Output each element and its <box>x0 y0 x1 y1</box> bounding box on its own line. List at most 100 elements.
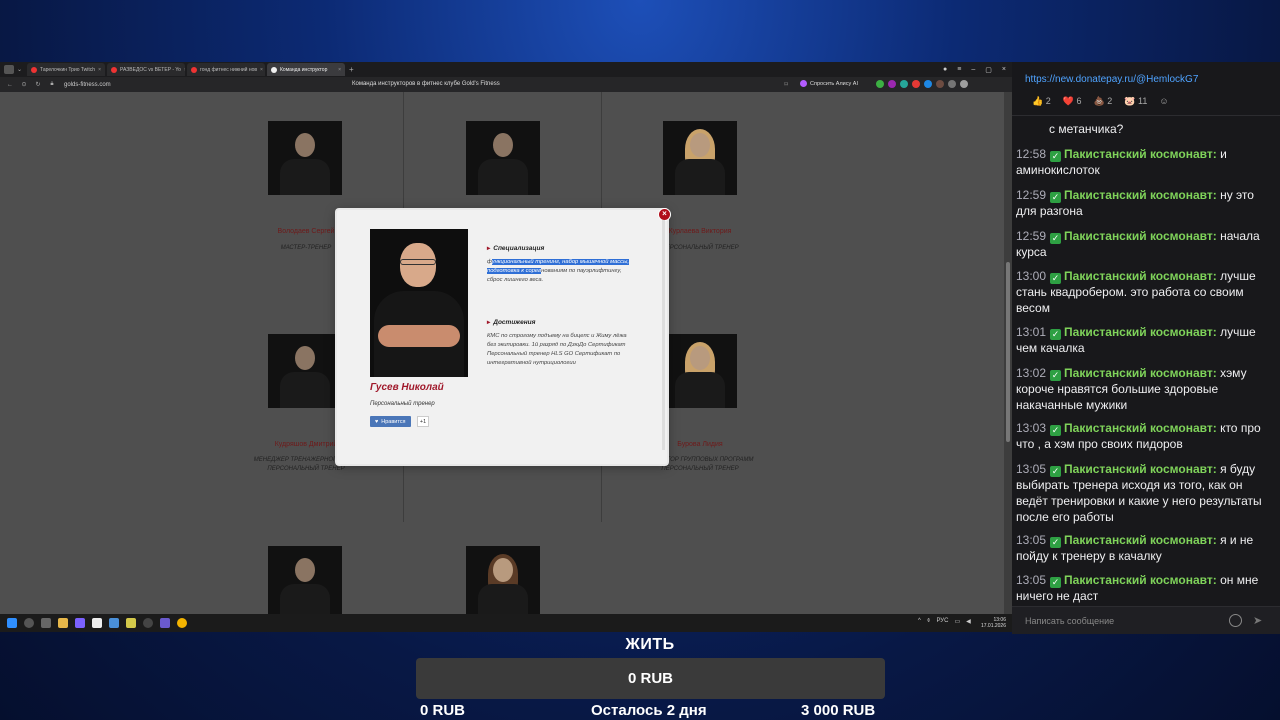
close-tab-icon[interactable]: × <box>98 67 101 73</box>
reaction-heart[interactable]: ❤️ 6 <box>1063 96 1082 107</box>
trainer-photo[interactable] <box>268 334 342 408</box>
task-view-icon[interactable] <box>41 618 51 628</box>
modal-scrollbar[interactable] <box>662 220 665 450</box>
address-bar: ← ⊙ ↻ 🔒︎ golds-fitness.com Команда инстр… <box>0 77 1012 92</box>
reactions-row: 👍 2 ❤️ 6 💩 2 🐷 11 ☺ <box>1032 96 1169 107</box>
telegram-icon[interactable] <box>109 618 119 628</box>
volume-icon[interactable]: ◀ <box>966 618 971 625</box>
url-field[interactable]: golds-fitness.com <box>64 82 111 88</box>
specialization-text[interactable]: функциональный тренинг, набор мышечной м… <box>487 258 637 285</box>
donate-link[interactable]: https://new.donatepay.ru/@HemlockG7 <box>1025 74 1198 85</box>
chat-username[interactable]: Пакистанский космонавт: <box>1064 366 1217 380</box>
scrollbar-thumb[interactable] <box>1006 262 1010 442</box>
donation-goal: 3 000 RUB <box>801 702 876 719</box>
alice-icon <box>800 80 807 87</box>
triangle-icon: ▸ <box>487 319 491 326</box>
extension-icon[interactable] <box>948 80 956 88</box>
language-indicator[interactable]: РУС <box>936 618 948 625</box>
windows-start-icon[interactable] <box>7 618 17 628</box>
site-favicon-icon <box>271 66 277 73</box>
chat-username[interactable]: Пакистанский космонавт: <box>1064 269 1217 283</box>
chat-username[interactable]: Пакистанский космонавт: <box>1064 421 1217 435</box>
send-icon[interactable]: ➤ <box>1253 614 1262 627</box>
verified-icon: ✓ <box>1050 425 1062 436</box>
chevron-up-icon[interactable]: ^ <box>918 618 921 625</box>
chat-message: с метанчика? <box>1049 122 1124 136</box>
reload-icon[interactable]: ↻ <box>34 81 42 88</box>
chat-username[interactable]: Пакистанский космонавт: <box>1064 147 1217 161</box>
profile-icon[interactable]: ● <box>943 66 947 73</box>
youtube-icon <box>111 66 117 73</box>
close-tab-icon[interactable]: × <box>260 67 263 73</box>
reaction-thumbs-up[interactable]: 👍 2 <box>1032 96 1051 107</box>
trainer-photo[interactable] <box>466 546 540 614</box>
trainer-photo[interactable] <box>268 546 342 614</box>
shield-extension-icon[interactable] <box>876 80 884 88</box>
tab-3[interactable]: гонд фитнес нижний нов × <box>187 63 265 76</box>
chat-username[interactable]: Пакистанский космонавт: <box>1064 462 1217 476</box>
chat-input[interactable]: Написать сообщение ➤ <box>1012 606 1280 634</box>
chat-message: 13:00 ✓ Пакистанский космонавт: лучше стан… <box>1016 269 1256 315</box>
page-scrollbar[interactable] <box>1004 92 1012 614</box>
close-window-icon[interactable]: × <box>1002 66 1006 73</box>
trainer-photo[interactable] <box>268 121 342 195</box>
maximize-icon[interactable]: ▢ <box>985 66 992 74</box>
close-tab-icon[interactable]: × <box>184 67 185 73</box>
chat-username[interactable]: Пакистанский космонавт: <box>1064 188 1217 202</box>
donation-title: ЖИТЬ <box>625 636 675 653</box>
new-tab-icon[interactable]: + <box>349 65 354 74</box>
obs-icon[interactable] <box>143 618 153 628</box>
app-icon[interactable] <box>160 618 170 628</box>
bookmark-icon[interactable]: ⌑ <box>782 81 790 88</box>
search-icon[interactable] <box>24 618 34 628</box>
lock-icon: 🔒︎ <box>50 81 54 87</box>
browser-menu-icon[interactable] <box>4 65 14 74</box>
alice-button[interactable]: Спросить Алису AI <box>800 80 858 87</box>
extension-icon[interactable] <box>912 80 920 88</box>
yandex-icon[interactable] <box>92 618 102 628</box>
extension-icon[interactable] <box>900 80 908 88</box>
tab-1[interactable]: Тарелочкин Трио Twitch × <box>27 63 105 76</box>
back-icon[interactable]: ← <box>6 82 14 88</box>
chevron-down-icon[interactable]: ⌄ <box>17 66 25 73</box>
chat-message: 13:05 ✓ Пакистанский космонавт: он мне нич… <box>1016 573 1259 603</box>
trainer-photo[interactable] <box>663 334 737 408</box>
menu-icon[interactable]: ≡ <box>957 66 961 73</box>
chat-message: 13:03 ✓ Пакистанский космонавт: кто про чт… <box>1016 421 1261 451</box>
discord-icon[interactable] <box>75 618 85 628</box>
emoji-icon[interactable] <box>1229 614 1242 627</box>
trainer-role: Персональный тренер <box>370 401 435 407</box>
tab-2[interactable]: РАЗВЕДОС vs BETEP - Yo× <box>107 63 185 76</box>
extensions-bar <box>876 80 968 88</box>
app-icon[interactable] <box>126 618 136 628</box>
verified-icon: ✓ <box>1050 192 1062 203</box>
donation-remaining: Осталось 2 дня <box>591 702 707 719</box>
extension-icon[interactable] <box>936 80 944 88</box>
achievements-text: КМС по строгому подъему на бицепс и Жиму… <box>487 333 627 366</box>
chat-message: 12:58 ✓ Пакистанский космонавт: и аминокис… <box>1016 147 1227 177</box>
folder-icon[interactable] <box>58 618 68 628</box>
mic-icon[interactable]: ⌽ <box>927 618 931 625</box>
chat-username[interactable]: Пакистанский космонавт: <box>1064 325 1217 339</box>
donation-progress-bar: 0 RUB <box>416 658 885 699</box>
reaction-pig[interactable]: 🐷 11 <box>1124 96 1147 107</box>
add-reaction-icon[interactable]: ☺ <box>1159 96 1168 107</box>
extension-icon[interactable] <box>888 80 896 88</box>
clock[interactable]: 13:06 17.01.2026 <box>981 617 1006 629</box>
trainer-photo[interactable] <box>663 121 737 195</box>
download-icon[interactable] <box>960 80 968 88</box>
chat-username[interactable]: Пакистанский космонавт: <box>1064 573 1217 587</box>
extension-icon[interactable] <box>924 80 932 88</box>
chrome-icon[interactable] <box>177 618 187 628</box>
minimize-icon[interactable]: – <box>971 66 975 73</box>
trainer-photo[interactable] <box>466 121 540 195</box>
close-tab-icon[interactable]: × <box>338 67 341 73</box>
like-button[interactable]: ♥ Нравится <box>370 416 411 427</box>
home-icon[interactable]: ⊙ <box>20 81 28 88</box>
chat-username[interactable]: Пакистанский космонавт: <box>1064 229 1217 243</box>
verified-icon: ✓ <box>1050 151 1062 162</box>
chat-username[interactable]: Пакистанский космонавт: <box>1064 533 1217 547</box>
tab-4-active[interactable]: Команда инструктор × <box>267 63 345 76</box>
reaction-poop[interactable]: 💩 2 <box>1094 96 1113 107</box>
network-icon[interactable]: ▭ <box>954 618 960 625</box>
